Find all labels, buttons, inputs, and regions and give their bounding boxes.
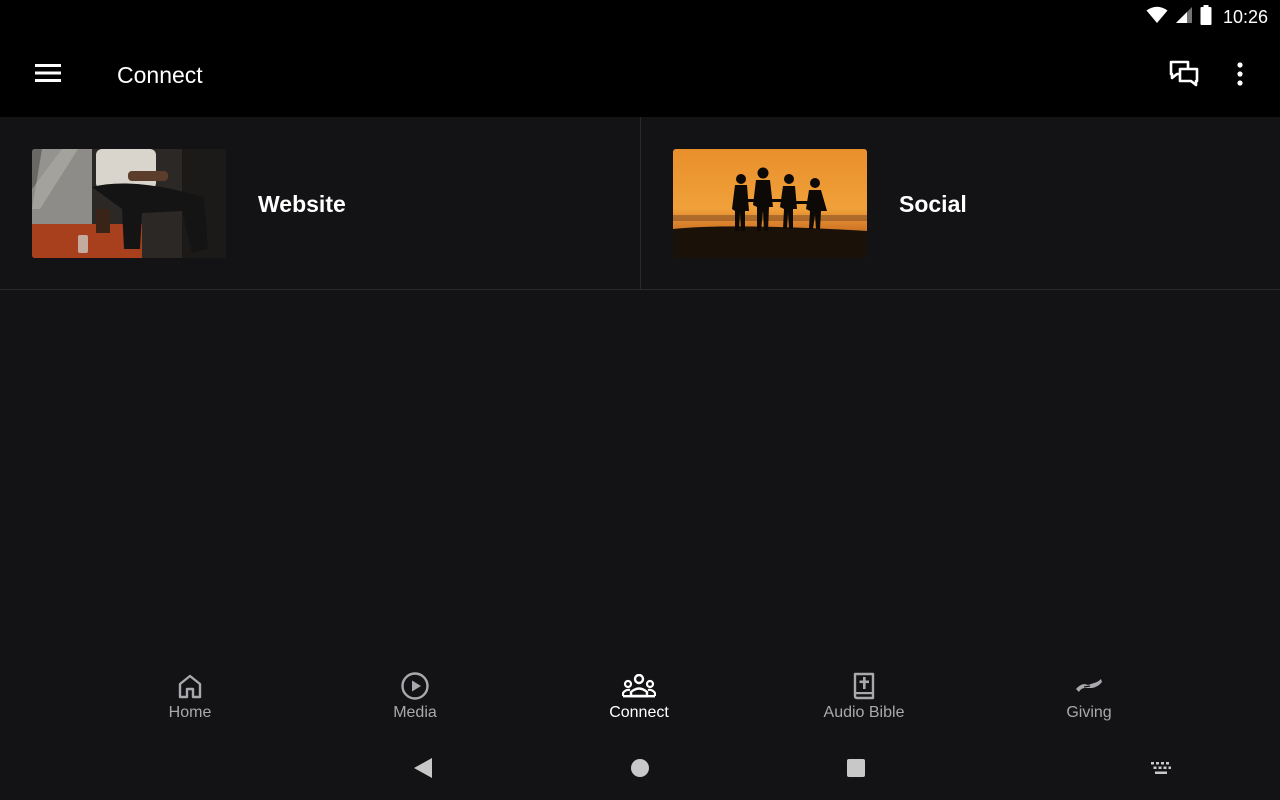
status-icons: 10:26 xyxy=(1146,4,1268,30)
bottom-navigation: Home Media Connect Audio Bible Giving xyxy=(0,660,1280,740)
nav-item-giving[interactable]: Giving xyxy=(1014,670,1164,732)
more-vert-icon xyxy=(1237,61,1243,91)
home-icon xyxy=(177,670,203,702)
giving-hand-icon xyxy=(1074,670,1104,702)
nav-item-audio-bible[interactable]: Audio Bible xyxy=(789,670,939,732)
home-system-button[interactable] xyxy=(625,756,655,784)
battery-icon xyxy=(1200,4,1212,30)
nav-item-connect[interactable]: Connect xyxy=(564,670,714,732)
nav-item-media[interactable]: Media xyxy=(340,670,490,732)
status-bar: 10:26 xyxy=(0,0,1280,34)
hamburger-icon xyxy=(35,63,61,88)
home-circle-icon xyxy=(630,758,650,783)
nav-item-home[interactable]: Home xyxy=(115,670,265,732)
nav-label-media: Media xyxy=(393,704,437,721)
nav-label-audio-bible: Audio Bible xyxy=(823,704,905,721)
social-label: Social xyxy=(899,191,967,217)
back-button[interactable] xyxy=(408,756,438,784)
wifi-icon xyxy=(1146,6,1168,29)
social-thumbnail xyxy=(673,149,867,258)
keyboard-icon xyxy=(1150,761,1172,780)
website-label: Website xyxy=(258,191,346,217)
website-tile[interactable]: Website xyxy=(0,117,640,289)
chat-button[interactable] xyxy=(1164,56,1204,96)
cell-signal-icon xyxy=(1175,6,1193,29)
nav-label-giving: Giving xyxy=(1066,704,1112,721)
play-circle-icon xyxy=(400,670,430,702)
keyboard-switch-button[interactable] xyxy=(1146,756,1176,784)
recents-square-icon xyxy=(846,758,866,783)
recents-button[interactable] xyxy=(841,756,871,784)
page-title: Connect xyxy=(117,62,203,88)
group-icon xyxy=(622,670,656,702)
status-time: 10:26 xyxy=(1222,6,1268,27)
back-triangle-icon xyxy=(413,757,433,784)
bible-icon xyxy=(852,670,876,702)
social-tile[interactable]: Social xyxy=(641,117,1280,289)
chat-icon xyxy=(1169,60,1199,93)
more-options-button[interactable] xyxy=(1224,56,1256,96)
menu-button[interactable] xyxy=(24,60,72,90)
nav-label-connect: Connect xyxy=(609,704,669,721)
system-navigation-bar xyxy=(0,740,1280,800)
nav-label-home: Home xyxy=(168,704,212,721)
website-thumbnail xyxy=(32,149,226,258)
app-bar: Connect xyxy=(0,34,1280,117)
connect-list: Website Social xyxy=(0,117,1280,290)
